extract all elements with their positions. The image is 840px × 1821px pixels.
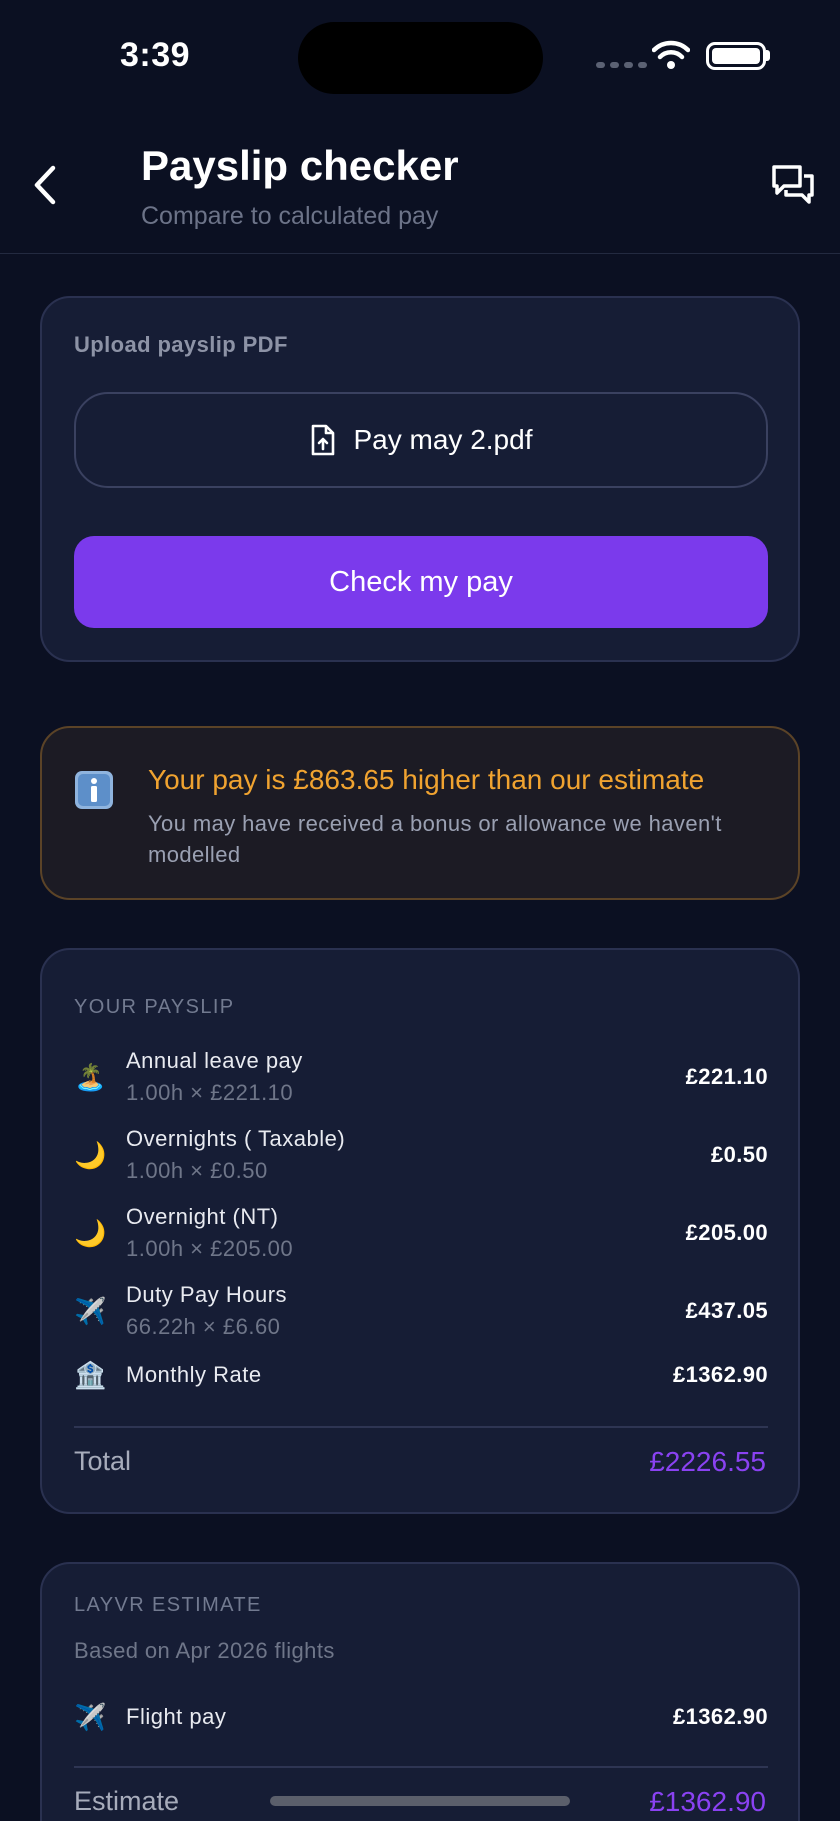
island-icon: 🏝️	[74, 1062, 107, 1092]
moon-icon: 🌙	[74, 1218, 107, 1248]
moon-icon: 🌙	[74, 1140, 107, 1170]
dynamic-island	[298, 22, 543, 94]
wifi-icon	[652, 40, 690, 69]
estimate-card: LAYVR ESTIMATE Based on Apr 2026 flights…	[40, 1562, 800, 1821]
row-detail: 1.00h × £205.00	[126, 1236, 294, 1261]
payslip-card: YOUR PAYSLIP 🏝️ Annual leave pay 1.00h ×…	[40, 948, 800, 1514]
row-name: Annual leave pay	[126, 1048, 303, 1073]
back-button[interactable]	[22, 160, 66, 210]
page-title: Payslip checker	[141, 142, 459, 189]
payslip-row: 🌙 Overnight (NT) 1.00h × £205.00 £205.00	[74, 1204, 768, 1264]
bank-icon: 🏦	[74, 1360, 107, 1390]
check-my-pay-button[interactable]: Check my pay	[74, 536, 768, 628]
info-icon	[75, 771, 113, 809]
row-detail: 66.22h × £6.60	[126, 1314, 281, 1339]
row-amount: £0.50	[710, 1142, 768, 1167]
file-name: Pay may 2.pdf	[353, 424, 533, 455]
total-label: Total	[74, 1446, 132, 1476]
status-bar: 3:39	[0, 0, 840, 110]
row-name: Monthly Rate	[126, 1362, 262, 1387]
payslip-row: 🏝️ Annual leave pay 1.00h × £221.10 £221…	[74, 1048, 768, 1108]
cellular-signal-icon	[596, 62, 647, 68]
airplane-icon: ✈️	[74, 1702, 107, 1732]
row-name: Duty Pay Hours	[126, 1282, 288, 1307]
total-amount: £2226.55	[649, 1446, 766, 1477]
divider	[74, 1766, 768, 1768]
payslip-row: ✈️ Duty Pay Hours 66.22h × £6.60 £437.05	[74, 1282, 768, 1342]
alert-title: Your pay is £863.65 higher than our esti…	[148, 764, 705, 795]
page-subtitle: Compare to calculated pay	[141, 202, 439, 230]
section-label: YOUR PAYSLIP	[74, 996, 235, 1018]
battery-icon	[706, 42, 766, 70]
chat-bubbles-icon	[772, 165, 814, 204]
divider	[74, 1426, 768, 1428]
row-detail: 1.00h × £0.50	[126, 1158, 268, 1183]
file-picker-button[interactable]: Pay may 2.pdf	[74, 392, 768, 488]
chat-button[interactable]	[768, 160, 818, 210]
row-detail: 1.00h × £221.10	[126, 1080, 294, 1105]
pay-difference-alert: Your pay is £863.65 higher than our esti…	[40, 726, 800, 900]
row-amount: £1362.90	[673, 1704, 768, 1729]
estimate-label: Estimate	[74, 1786, 180, 1816]
payslip-row: 🌙 Overnights ( Taxable) 1.00h × £0.50 £0…	[74, 1126, 768, 1186]
header: Payslip checker Compare to calculated pa…	[0, 120, 840, 254]
airplane-icon: ✈️	[74, 1296, 107, 1326]
chevron-left-icon	[34, 165, 56, 205]
status-time: 3:39	[120, 36, 191, 74]
estimate-row: ✈️ Flight pay £1362.90	[74, 1702, 768, 1742]
upload-card: Upload payslip PDF Pay may 2.pdf Check m…	[40, 296, 800, 662]
payslip-row: 🏦 Monthly Rate £1362.90	[74, 1360, 768, 1400]
row-name: Flight pay	[126, 1704, 227, 1729]
home-indicator[interactable]	[270, 1796, 570, 1806]
row-amount: £437.05	[685, 1298, 768, 1323]
row-amount: £1362.90	[673, 1362, 768, 1387]
row-amount: £205.00	[685, 1220, 768, 1245]
estimate-subtitle: Based on Apr 2026 flights	[74, 1638, 335, 1663]
row-name: Overnights ( Taxable)	[126, 1126, 346, 1151]
upload-label: Upload payslip PDF	[74, 332, 288, 357]
row-amount: £221.10	[685, 1064, 768, 1089]
section-label: LAYVR ESTIMATE	[74, 1594, 262, 1616]
alert-text: You may have received a bonus or allowan…	[148, 811, 722, 867]
estimate-amount: £1362.90	[649, 1786, 766, 1817]
row-name: Overnight (NT)	[126, 1204, 279, 1229]
file-upload-icon	[311, 424, 334, 456]
